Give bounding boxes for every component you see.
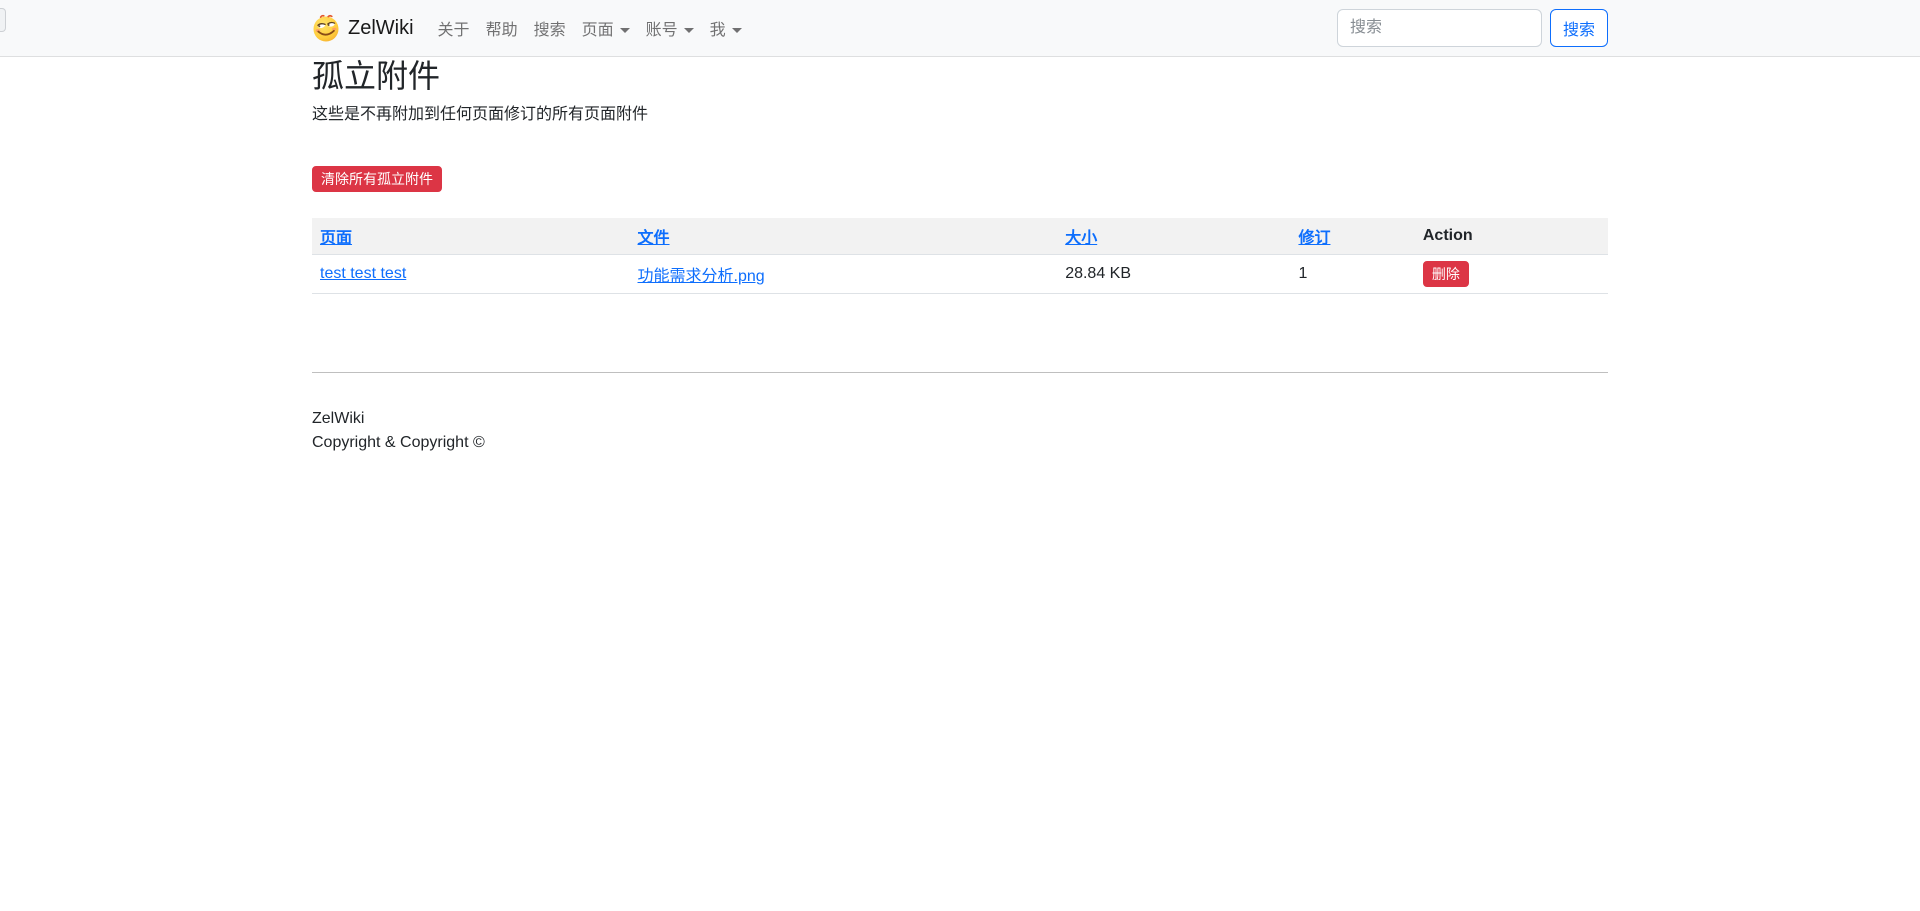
purge-all-orphaned-button[interactable]: 清除所有孤立附件 <box>312 166 442 192</box>
delete-button[interactable]: 删除 <box>1423 261 1469 287</box>
nav-dropdown-pages[interactable]: 页面 <box>574 8 638 48</box>
brand-name: ZelWiki <box>348 17 414 40</box>
navbar: ZelWiki 关于 帮助 搜索 页面 账号 我 搜索 <box>0 0 1920 57</box>
sort-header-revision[interactable]: 修订 <box>1298 230 1330 247</box>
sort-header-page[interactable]: 页面 <box>320 230 352 247</box>
page-title: 孤立附件 <box>312 57 1608 95</box>
footer-site-name: ZelWiki <box>312 407 1608 431</box>
chevron-down-icon <box>620 28 630 33</box>
orphaned-attachments-table: 页面 文件 大小 修订 Action test test test 功能需求分析… <box>312 218 1608 294</box>
nav-link-help[interactable]: 帮助 <box>478 8 526 48</box>
purge-row: 清除所有孤立附件 <box>312 166 1608 192</box>
zelwiki-logo-icon <box>312 14 340 42</box>
page-subtitle: 这些是不再附加到任何页面修订的所有页面附件 <box>312 103 1608 127</box>
nav-link-about[interactable]: 关于 <box>430 8 478 48</box>
footer: ZelWiki Copyright & Copyright © <box>312 373 1608 455</box>
action-header-label: Action <box>1423 227 1473 244</box>
scrollbar-artifact <box>0 8 6 32</box>
search-input[interactable] <box>1337 9 1542 47</box>
table-row: test test test 功能需求分析.png 28.84 KB 1 删除 <box>312 255 1608 294</box>
main-content: 孤立附件 这些是不再附加到任何页面修订的所有页面附件 清除所有孤立附件 页面 文… <box>300 57 1620 455</box>
sort-header-size[interactable]: 大小 <box>1065 230 1097 247</box>
page-link[interactable]: test test test <box>320 265 406 282</box>
size-cell: 28.84 KB <box>1057 255 1290 294</box>
file-link[interactable]: 功能需求分析.png <box>638 268 765 285</box>
brand-link[interactable]: ZelWiki <box>312 14 414 42</box>
sort-header-file[interactable]: 文件 <box>638 230 670 247</box>
revision-cell: 1 <box>1290 255 1414 294</box>
nav-dropdown-account[interactable]: 账号 <box>638 8 702 48</box>
search-button[interactable]: 搜索 <box>1550 9 1608 47</box>
chevron-down-icon <box>732 28 742 33</box>
main-nav: 关于 帮助 搜索 页面 账号 我 <box>430 8 750 48</box>
nav-link-search[interactable]: 搜索 <box>526 8 574 48</box>
table-header-row: 页面 文件 大小 修订 Action <box>312 218 1608 255</box>
navbar-search-form: 搜索 <box>1337 9 1608 47</box>
chevron-down-icon <box>684 28 694 33</box>
nav-dropdown-me[interactable]: 我 <box>702 8 750 48</box>
footer-copyright: Copyright & Copyright © <box>312 431 1608 455</box>
